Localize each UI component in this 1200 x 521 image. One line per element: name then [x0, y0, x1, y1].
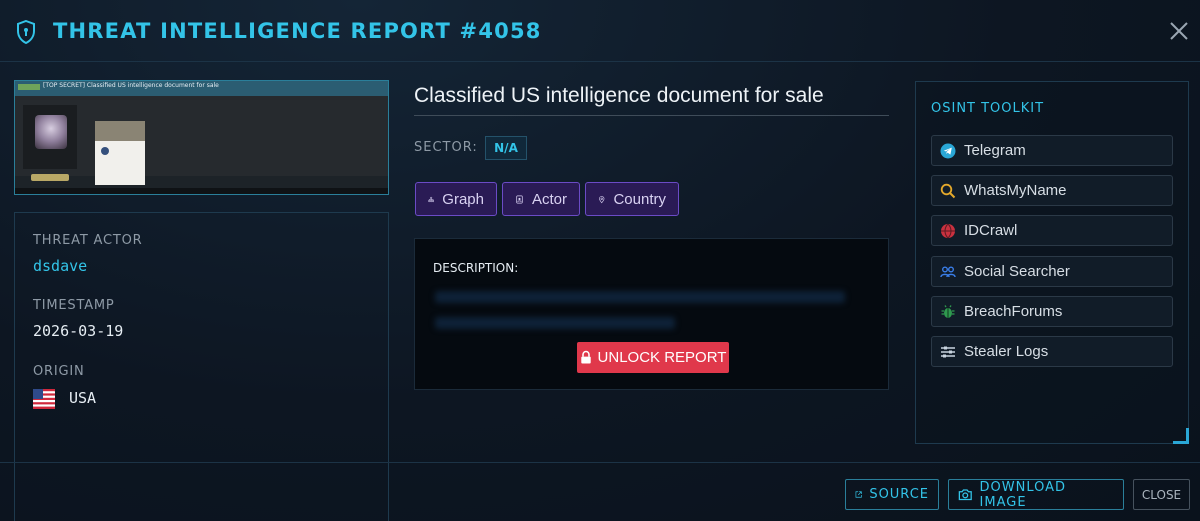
tool-telegram-label: Telegram	[964, 142, 1026, 159]
thumbnail-tag	[18, 84, 40, 90]
tool-whatsmyname[interactable]: WhatsMyName	[931, 175, 1173, 206]
thumbnail-document-image	[95, 121, 145, 185]
threat-actor-label: THREAT ACTOR	[33, 233, 143, 248]
report-info-panel: THREAT ACTOR dsdave TIMESTAMP 2026-03-19…	[14, 212, 389, 521]
server-icon	[941, 346, 955, 357]
thumbnail-member-badge	[31, 174, 69, 181]
graph-icon	[428, 196, 435, 202]
timestamp-label: TIMESTAMP	[33, 298, 115, 313]
download-image-label: DOWNLOAD IMAGE	[979, 479, 1067, 510]
source-button[interactable]: SOURCE	[845, 479, 939, 510]
thumbnail-seal	[101, 147, 109, 155]
close-icon[interactable]	[1168, 20, 1190, 42]
bug-icon	[941, 304, 955, 318]
thumbnail-post-header: [TOP SECRET] Classified US intelligence …	[15, 81, 388, 96]
tab-country[interactable]: Country	[585, 182, 679, 216]
tool-idcrawl[interactable]: IDCrawl	[931, 215, 1173, 246]
close-button[interactable]: CLOSE	[1133, 479, 1190, 510]
sector-badge: N/A	[485, 136, 527, 160]
camera-icon	[958, 489, 972, 501]
modal-header: THREAT INTELLIGENCE REPORT #4058	[0, 0, 1200, 62]
report-title: Classified US intelligence document for …	[414, 84, 889, 116]
tool-social-searcher[interactable]: Social Searcher	[931, 256, 1173, 287]
thumbnail-profile-card	[23, 105, 77, 169]
tab-graph-label: Graph	[442, 190, 484, 208]
tool-telegram[interactable]: Telegram	[931, 135, 1173, 166]
shield-icon	[17, 20, 35, 44]
tool-idcrawl-label: IDCrawl	[964, 222, 1018, 239]
tool-stealer-logs[interactable]: Stealer Logs	[931, 336, 1173, 367]
external-link-icon	[855, 491, 862, 498]
osint-toolkit-title: OSINT TOOLKIT	[931, 101, 1045, 116]
post-screenshot-thumbnail[interactable]: [TOP SECRET] Classified US intelligence …	[14, 80, 389, 195]
tab-country-label: Country	[613, 190, 666, 208]
unlock-report-label: UNLOCK REPORT	[597, 349, 727, 366]
tool-whatsmyname-label: WhatsMyName	[964, 182, 1067, 199]
tab-graph[interactable]: Graph	[415, 182, 497, 216]
telegram-icon	[940, 143, 956, 158]
source-button-label: SOURCE	[869, 487, 929, 502]
globe-icon	[941, 223, 955, 238]
tab-actor[interactable]: Actor	[502, 182, 580, 216]
thumbnail-avatar	[35, 115, 67, 149]
lock-icon	[580, 350, 591, 364]
map-pin-icon	[599, 195, 605, 203]
footer-divider	[0, 462, 1200, 463]
users-icon	[940, 266, 956, 277]
description-label: DESCRIPTION:	[433, 261, 519, 275]
search-icon	[940, 183, 956, 198]
timestamp-value: 2026-03-19	[33, 322, 124, 340]
sector-label: SECTOR:	[414, 140, 478, 155]
id-badge-icon	[516, 194, 523, 204]
tool-social-searcher-label: Social Searcher	[964, 263, 1070, 280]
modal-title: THREAT INTELLIGENCE REPORT #4058	[53, 19, 542, 43]
tool-stealer-logs-label: Stealer Logs	[964, 343, 1049, 360]
us-flag-icon	[33, 389, 55, 409]
description-box: DESCRIPTION: UNLOCK REPORT	[414, 238, 889, 390]
threat-actor-value[interactable]: dsdave	[33, 257, 87, 275]
origin-value: USA	[69, 389, 97, 407]
tool-breachforums[interactable]: BreachForums	[931, 296, 1173, 327]
download-image-button[interactable]: DOWNLOAD IMAGE	[948, 479, 1124, 510]
origin-label: ORIGIN	[33, 364, 85, 379]
resize-corner-accent	[1173, 428, 1189, 444]
thumbnail-post-title: [TOP SECRET] Classified US intelligence …	[43, 82, 219, 89]
tab-actor-label: Actor	[531, 190, 567, 208]
osint-toolkit-panel: OSINT TOOLKIT Telegram WhatsMyName IDCra…	[915, 81, 1189, 444]
tool-breachforums-label: BreachForums	[964, 303, 1063, 320]
blurred-description	[435, 291, 845, 303]
unlock-report-button[interactable]: UNLOCK REPORT	[577, 342, 729, 373]
